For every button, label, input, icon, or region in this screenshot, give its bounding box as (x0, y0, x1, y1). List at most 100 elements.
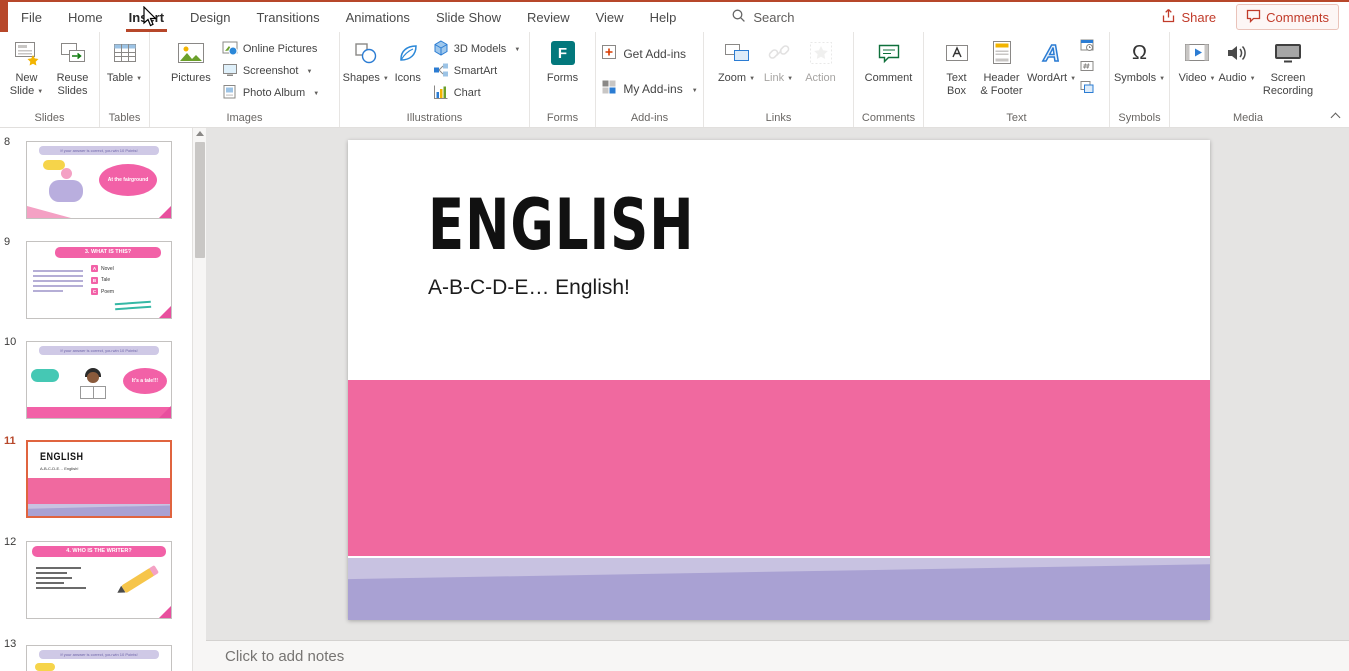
search-box[interactable]: Search (731, 2, 794, 32)
audio-button[interactable]: Audio (1217, 33, 1257, 109)
editor-column: ENGLISH A-B-C-D-E… English! Click to add… (206, 128, 1349, 671)
ribbon-group-tables: Table Tables (100, 32, 150, 127)
slide-title[interactable]: ENGLISH (428, 184, 695, 266)
get-addins-icon (601, 44, 617, 63)
forms-button[interactable]: Forms (541, 33, 585, 109)
tab-insert[interactable]: Insert (116, 2, 177, 32)
thumb9-corner (159, 306, 171, 318)
smartart-icon (433, 62, 449, 81)
collapse-ribbon-icon[interactable] (1331, 111, 1340, 120)
reuse-slides-button[interactable]: Reuse Slides (50, 33, 96, 109)
dropdown-arrow-icon (1247, 72, 1256, 84)
slide-number: 9 (4, 236, 10, 248)
comment-label: Comment (865, 72, 913, 84)
notes-pane[interactable]: Click to add notes (206, 640, 1349, 671)
group-label-images: Images (152, 110, 337, 127)
slide-thumbnail-12[interactable]: 4. WHO IS THE WRITER? (26, 541, 172, 619)
header-footer-button[interactable]: Header & Footer (977, 33, 1027, 109)
thumbnail-scrollbar[interactable] (192, 128, 206, 671)
thumb12-corner (159, 606, 171, 618)
thumb10-strip (27, 407, 171, 418)
link-label: Link (764, 72, 784, 84)
symbols-button[interactable]: Ω Symbols (1115, 33, 1165, 109)
smartart-button[interactable]: SmartArt (428, 60, 526, 82)
tab-animations[interactable]: Animations (333, 2, 423, 32)
omega-symbol-icon: Ω (1132, 38, 1147, 68)
my-addins-button[interactable]: My Add-ins (596, 77, 702, 100)
tab-home[interactable]: Home (55, 2, 116, 32)
comment-button[interactable]: Comment (863, 33, 915, 109)
get-addins-button[interactable]: Get Add-ins (596, 42, 702, 65)
3d-models-button[interactable]: 3D Models (428, 38, 526, 60)
tab-slideshow[interactable]: Slide Show (423, 2, 514, 32)
photo-album-button[interactable]: Photo Album (217, 82, 324, 104)
new-slide-button[interactable]: New Slide (4, 33, 50, 109)
slide-subtitle[interactable]: A-B-C-D-E… English! (428, 276, 630, 300)
thumb11-pink-band (28, 478, 170, 504)
icons-button[interactable]: Icons (388, 33, 428, 109)
ribbon-group-images: Pictures Online Pictures Screenshot Phot… (150, 32, 340, 127)
icons-label: Icons (395, 72, 421, 84)
slide-canvas[interactable]: ENGLISH A-B-C-D-E… English! (206, 128, 1349, 640)
video-button[interactable]: Video (1177, 33, 1217, 109)
slide-thumbnail-10[interactable]: If your answer is correct, you win 10 Po… (26, 341, 172, 419)
tab-review[interactable]: Review (514, 2, 583, 32)
pictures-button[interactable]: Pictures (165, 33, 217, 109)
group-label-tables: Tables (102, 110, 147, 127)
scrollbar-thumb[interactable] (195, 142, 205, 258)
tab-transitions[interactable]: Transitions (244, 2, 333, 32)
table-button[interactable]: Table (103, 33, 147, 109)
video-label: Video (1179, 72, 1207, 84)
online-pictures-button[interactable]: Online Pictures (217, 38, 324, 60)
slide[interactable]: ENGLISH A-B-C-D-E… English! (348, 140, 1210, 620)
pictures-icon (176, 38, 206, 68)
scroll-up-arrow-icon[interactable] (196, 131, 204, 136)
ribbon-group-symbols: Ω Symbols Symbols (1110, 32, 1170, 127)
3d-models-label: 3D Models (454, 43, 507, 55)
group-label-forms: Forms (532, 110, 593, 127)
wordart-label: WordArt (1027, 72, 1067, 84)
thumb8-character-head (61, 168, 72, 179)
pink-band-shape[interactable] (348, 380, 1210, 556)
icons-icon (395, 38, 421, 68)
symbols-label: Symbols (1114, 72, 1156, 84)
comments-button[interactable]: Comments (1236, 4, 1339, 30)
object-button[interactable] (1077, 80, 1097, 99)
menubar-right: Share Comments (1153, 2, 1349, 32)
tab-help[interactable]: Help (637, 2, 690, 32)
share-label: Share (1181, 10, 1216, 25)
slide-thumbnail-9[interactable]: 3. WHAT IS THIS? ANovel BTale CPoem (26, 241, 172, 319)
slide-thumbnail-11-selected[interactable]: ENGLISH A-B-C-D-E… English! (26, 440, 172, 518)
screenshot-button[interactable]: Screenshot (217, 60, 324, 82)
shapes-button[interactable]: Shapes (344, 33, 388, 109)
thumb9-text-lines (33, 270, 83, 295)
pictures-label: Pictures (171, 72, 211, 84)
reuse-slides-icon (60, 38, 86, 68)
thumb9-scribble (115, 301, 151, 310)
slide-number-button[interactable] (1077, 59, 1097, 78)
action-button[interactable]: Action (799, 33, 843, 109)
chart-button[interactable]: Chart (428, 82, 526, 104)
lavender-band-shape[interactable] (348, 558, 1210, 620)
thumb13-banner: If your answer is correct, you win 10 Po… (39, 650, 159, 659)
zoom-button[interactable]: Zoom (715, 33, 759, 109)
group-label-comments: Comments (856, 110, 921, 127)
group-label-media: Media (1172, 110, 1324, 127)
forms-label: Forms (547, 72, 578, 84)
date-time-button[interactable] (1077, 38, 1097, 57)
tab-view[interactable]: View (583, 2, 637, 32)
ribbon-group-slides: New Slide Reuse Slides Slides (0, 32, 100, 127)
tab-design[interactable]: Design (177, 2, 243, 32)
slide-number: 10 (4, 336, 16, 348)
screen-recording-button[interactable]: Screen Recording (1257, 33, 1319, 109)
chart-label: Chart (454, 87, 481, 99)
wordart-button[interactable]: WordArt (1027, 33, 1077, 109)
link-button[interactable]: Link (759, 33, 799, 109)
text-box-icon (944, 38, 970, 68)
group-label-text: Text (926, 110, 1107, 127)
text-box-button[interactable]: Text Box (937, 33, 977, 109)
tab-file[interactable]: File (8, 2, 55, 32)
share-button[interactable]: Share (1153, 5, 1224, 29)
slide-thumbnail-8[interactable]: If your answer is correct, you win 10 Po… (26, 141, 172, 219)
slide-thumbnail-13[interactable]: If your answer is correct, you win 10 Po… (26, 645, 172, 671)
